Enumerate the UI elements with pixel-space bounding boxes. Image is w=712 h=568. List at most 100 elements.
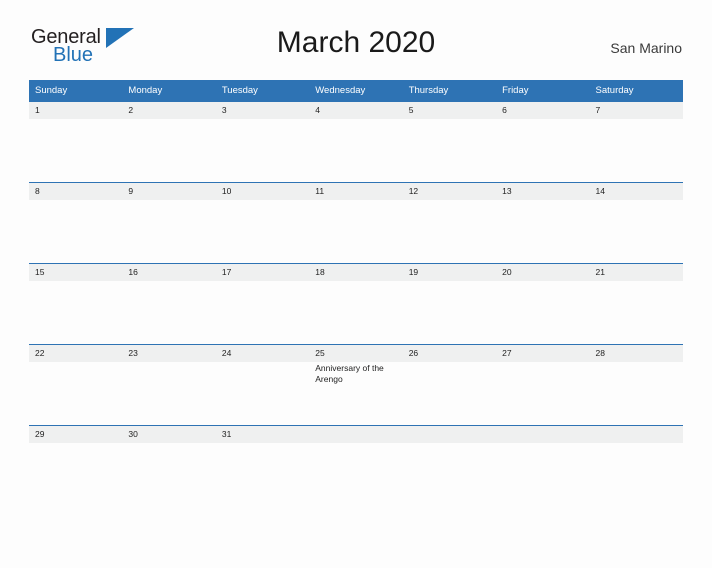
day-events [216,362,309,363]
day-events [590,281,683,282]
calendar-day-cell[interactable]: 20 [496,263,590,345]
calendar-day-cell[interactable]: 2 [122,101,216,183]
day-events [122,281,215,282]
day-events [216,281,309,282]
day-number [590,426,683,443]
day-number: 15 [35,267,45,277]
calendar-day-cell[interactable]: 8 [29,182,123,264]
weekday-header-saturday: Saturday [589,80,683,102]
day-number: 26 [408,348,419,358]
holiday-event-line: Anniversary of the [315,363,384,373]
day-number: 12 [408,186,419,196]
holiday-event: Anniversary of the Arengo [315,363,400,385]
calendar-day-cell[interactable]: 27 [496,344,590,426]
day-number: 18 [315,267,325,277]
day-events [122,362,215,363]
day-number: 7 [595,105,601,115]
region-label: San Marino [610,40,682,56]
day-number: 6 [502,105,507,115]
weekday-header-monday: Monday [122,80,216,102]
calendar-day-cell[interactable]: 21 [589,263,683,345]
calendar-day-cell[interactable]: 9 [122,182,216,264]
calendar-day-cell[interactable]: 13 [496,182,590,264]
calendar-header-row: Sunday Monday Tuesday Wednesday Thursday… [29,80,683,102]
calendar-day-cell[interactable]: 23 [122,344,216,426]
day-events [496,362,589,363]
calendar-day-cell[interactable]: 12 [402,182,497,264]
calendar-day-cell[interactable] [402,425,497,456]
day-number [496,426,589,443]
calendar-day-cell[interactable] [309,425,403,456]
day-events [496,281,589,282]
calendar-week-row: 22 23 24 25 Anniversary of the Arengo 26 27 28 [29,344,683,426]
calendar-day-cell[interactable]: 15 [29,263,123,345]
day-events [29,281,122,282]
calendar-day-cell[interactable]: 1 [29,101,123,183]
calendar-day-cell[interactable]: 17 [215,263,310,345]
day-events [309,443,402,444]
day-events [29,443,122,444]
calendar-day-cell[interactable]: 19 [402,263,497,345]
day-events [403,200,496,201]
calendar-day-cell[interactable]: 18 [309,263,403,345]
day-number: 29 [35,429,45,439]
day-number: 30 [128,429,138,439]
calendar-day-cell[interactable]: 25 Anniversary of the Arengo [309,344,403,426]
calendar-day-cell[interactable]: 6 [496,101,590,183]
day-events [590,200,683,201]
calendar-day-cell[interactable]: 30 [122,425,216,456]
day-number: 10 [221,186,232,196]
day-number [309,426,402,443]
weekday-header-wednesday: Wednesday [309,80,403,102]
holiday-event-line: Arengo [315,374,343,384]
day-events [590,443,683,444]
day-number: 4 [315,105,320,115]
day-number [403,426,496,443]
day-number: 16 [128,267,138,277]
day-number: 25 [315,348,325,358]
day-number: 23 [128,348,138,358]
calendar-day-cell[interactable]: 24 [215,344,310,426]
calendar-week-row: 15 16 17 18 19 20 21 [29,263,683,345]
day-number: 31 [221,429,232,439]
calendar-day-cell[interactable] [496,425,590,456]
day-number: 5 [408,105,414,115]
day-number: 9 [128,186,134,196]
calendar-day-cell[interactable]: 31 [215,425,310,456]
day-events [590,119,683,120]
calendar-week-row: 8 9 10 11 12 13 14 [29,182,683,264]
calendar-body: 1 2 3 4 5 6 7 8 9 10 11 12 13 14 15 16 17 18 19 20 21 22 23 24 2… [29,101,683,456]
calendar-day-cell[interactable] [589,425,683,456]
calendar-week-row: 1 2 3 4 5 6 7 [29,101,683,183]
day-number: 1 [35,105,40,115]
day-number: 14 [595,186,605,196]
day-number: 19 [408,267,419,277]
calendar-day-cell[interactable]: 7 [589,101,683,183]
calendar-day-cell[interactable]: 29 [29,425,123,456]
day-events [309,119,402,120]
calendar-day-cell[interactable]: 3 [215,101,310,183]
calendar-day-cell[interactable]: 11 [309,182,403,264]
day-events [403,119,496,120]
calendar-day-cell[interactable]: 22 [29,344,123,426]
day-number: 17 [221,267,232,277]
day-events [496,443,589,444]
day-number: 27 [502,348,512,358]
day-events [590,362,683,363]
calendar-day-cell[interactable]: 10 [215,182,310,264]
day-number: 24 [221,348,232,358]
day-number: 22 [35,348,45,358]
day-number: 28 [595,348,605,358]
calendar-day-cell[interactable]: 16 [122,263,216,345]
day-number: 8 [35,186,40,196]
calendar-day-cell[interactable]: 26 [402,344,497,426]
calendar-day-cell[interactable]: 4 [309,101,403,183]
day-events: Anniversary of the Arengo [309,362,402,385]
day-events [122,200,215,201]
day-events [403,443,496,444]
day-events [29,119,122,120]
calendar-day-cell[interactable]: 5 [402,101,497,183]
day-number: 11 [315,186,325,196]
calendar-day-cell[interactable]: 28 [589,344,683,426]
calendar-day-cell[interactable]: 14 [589,182,683,264]
